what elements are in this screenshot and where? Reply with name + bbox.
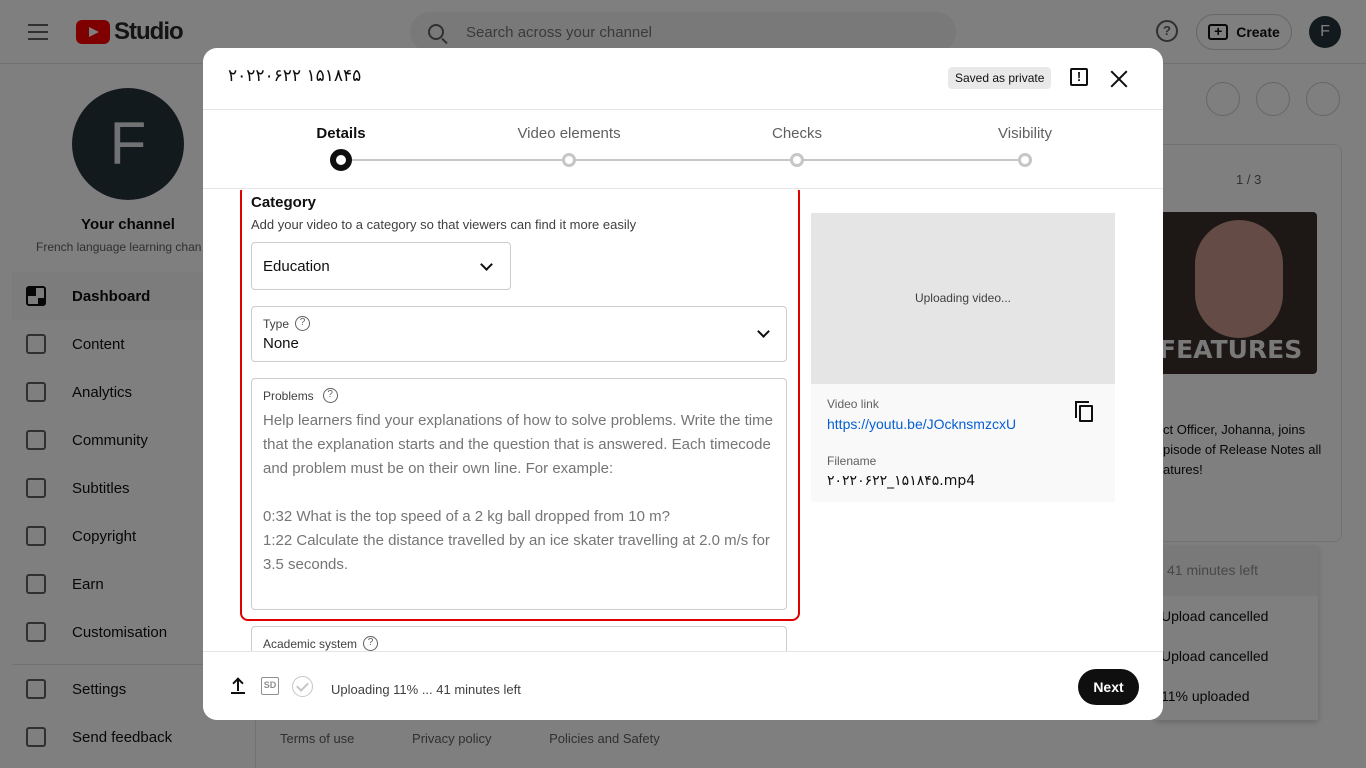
upload-status-text: Uploading 11% ... 41 minutes left xyxy=(331,682,521,697)
dialog-title: ۲۰۲۲۰۶۲۲ ۱۵۱۸۴۵ xyxy=(228,66,362,86)
check-circle-icon xyxy=(292,676,313,697)
filename-value: ۲۰۲۲۰۶۲۲_۱۵۱۸۴۵.mp4 xyxy=(827,473,976,489)
step-dot-visibility[interactable] xyxy=(1018,153,1032,167)
step-dot-details[interactable] xyxy=(330,149,352,171)
video-preview-card: Uploading video... Video link https://yo… xyxy=(811,213,1115,502)
video-preview: Uploading video... xyxy=(811,213,1115,384)
next-button[interactable]: Next xyxy=(1078,669,1139,705)
academic-label: Academic system? xyxy=(263,636,379,651)
filename-label: Filename xyxy=(827,454,877,468)
step-details[interactable]: Details xyxy=(316,125,365,142)
sd-icon: SD xyxy=(261,677,279,695)
stepper-line xyxy=(341,159,1025,161)
academic-system-select[interactable]: Academic system? xyxy=(251,626,787,651)
step-video-elements[interactable]: Video elements xyxy=(517,125,620,142)
close-icon[interactable] xyxy=(1108,68,1130,90)
upload-details-dialog: ۲۰۲۲۰۶۲۲ ۱۵۱۸۴۵ Saved as private ! Detai… xyxy=(203,48,1163,720)
step-checks[interactable]: Checks xyxy=(772,125,822,142)
step-visibility[interactable]: Visibility xyxy=(998,125,1052,142)
help-icon[interactable]: ? xyxy=(363,636,379,651)
highlight-box xyxy=(240,190,800,621)
report-issue-icon[interactable]: ! xyxy=(1070,68,1088,86)
upload-icon xyxy=(231,678,245,694)
copy-icon[interactable] xyxy=(1075,401,1093,422)
academic-label-text: Academic system xyxy=(263,636,358,651)
saved-status-badge: Saved as private xyxy=(948,67,1052,89)
video-link-label: Video link xyxy=(827,397,879,411)
step-dot-checks[interactable] xyxy=(790,153,804,167)
dialog-footer: SD Uploading 11% ... 41 minutes left Nex… xyxy=(203,651,1163,720)
upload-stepper: Details Video elements Checks Visibility xyxy=(203,109,1163,189)
video-link[interactable]: https://youtu.be/JOcknsmzcxU xyxy=(827,416,1016,432)
details-form: Category Add your video to a category so… xyxy=(203,190,1163,651)
step-dot-video-elements[interactable] xyxy=(562,153,576,167)
